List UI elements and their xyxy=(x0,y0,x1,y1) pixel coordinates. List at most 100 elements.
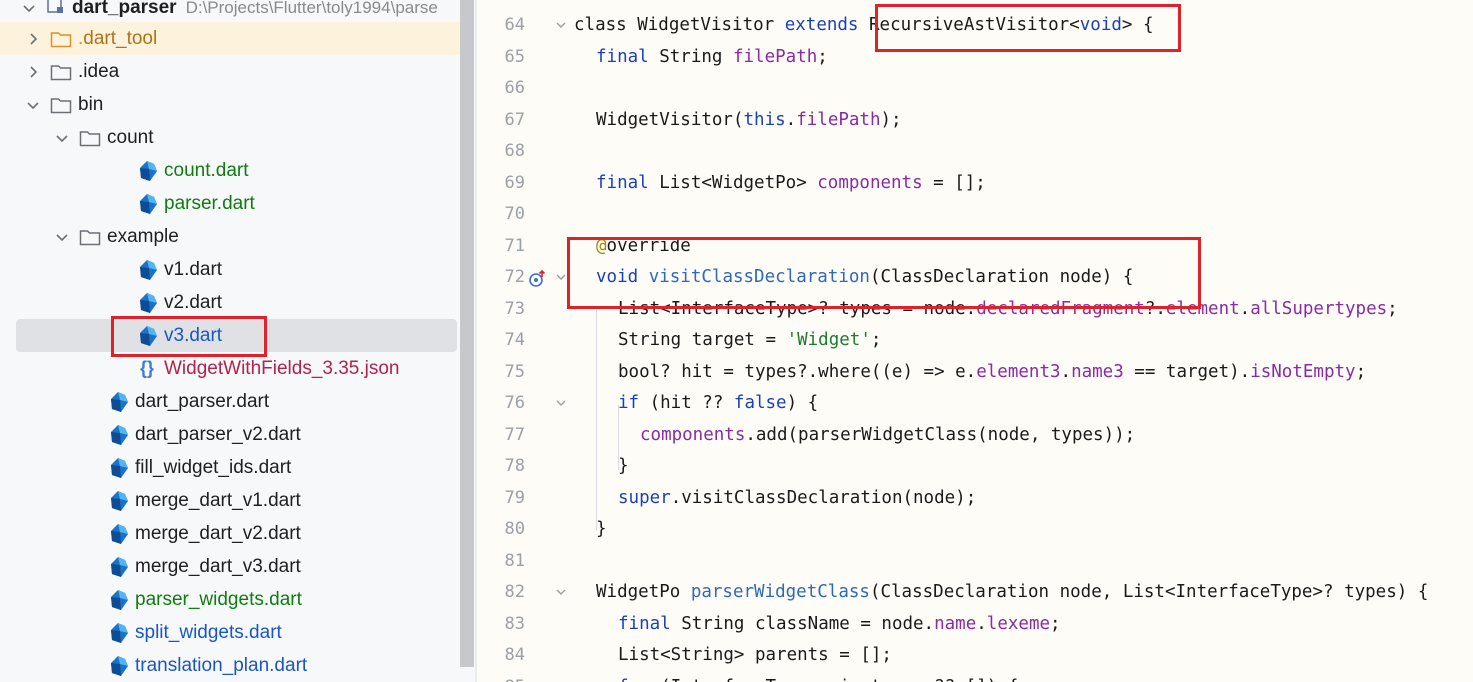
code-token: (InterfaceType p in types ?? []) { xyxy=(650,677,1018,682)
code-token: parserWidgetClass xyxy=(690,582,870,602)
code-token: } xyxy=(596,519,607,539)
dart-file-icon xyxy=(107,523,135,545)
code-token: class WidgetVisitor xyxy=(574,15,785,35)
code-line[interactable]: 84 List<String> parents = []; xyxy=(477,640,1473,671)
code-token: String className = node. xyxy=(670,613,935,634)
tree-item-v2-dart[interactable]: v2.dart xyxy=(0,286,460,319)
line-number: 81 xyxy=(504,550,525,571)
code-text: final String className = node.name.lexem… xyxy=(618,609,1061,640)
code-line[interactable]: 81 xyxy=(477,546,1473,577)
chevron-down-icon[interactable] xyxy=(55,131,69,145)
tree-item-label: parser.dart xyxy=(164,192,255,214)
tree-item-label: .idea xyxy=(78,60,120,82)
code-token: String target = xyxy=(618,330,787,350)
tree-item-count[interactable]: count xyxy=(0,121,460,154)
code-token: ; xyxy=(1050,613,1061,634)
tree-item-parser-dart[interactable]: parser.dart xyxy=(0,187,460,220)
tree-item-count-dart[interactable]: count.dart xyxy=(0,154,460,187)
tree-item-label: merge_dart_v1.dart xyxy=(135,489,301,511)
tree-item-idea[interactable]: .idea xyxy=(0,55,460,88)
tree-item-merge-dart-v3-dart[interactable]: merge_dart_v3.dart xyxy=(0,550,460,583)
line-number: 67 xyxy=(504,109,525,130)
tree-item-dart-tool[interactable]: . dart_tool xyxy=(0,22,460,55)
json-file-icon: {} xyxy=(139,358,154,378)
code-text: String target = 'Widget'; xyxy=(618,325,881,356)
code-line[interactable]: 70 xyxy=(477,199,1473,230)
code-token: ; xyxy=(1387,298,1398,319)
dart-file-icon xyxy=(107,556,135,578)
code-line[interactable]: 83 final String className = node.name.lex… xyxy=(477,609,1473,640)
code-line[interactable]: 85 for (InterfaceType p in types ?? []) { xyxy=(477,672,1473,682)
tree-item-parser-widgets-dart[interactable]: parser_widgets.dart xyxy=(0,583,460,616)
fold-chevron-icon[interactable] xyxy=(555,577,567,608)
highlight-box-v3-dart xyxy=(111,316,267,357)
dart-file-icon xyxy=(107,655,135,677)
line-number: 65 xyxy=(504,46,525,67)
tree-item-merge-dart-v2-dart[interactable]: merge_dart_v2.dart xyxy=(0,517,460,550)
code-token: name xyxy=(934,613,977,634)
indent-guide xyxy=(596,310,597,530)
tree-item-label: parser_widgets.dart xyxy=(135,588,302,610)
tree-item-label: v1.dart xyxy=(164,258,223,280)
line-number: 73 xyxy=(504,298,525,319)
fold-chevron-icon[interactable] xyxy=(555,10,567,41)
line-number: 79 xyxy=(504,487,525,508)
tree-item-fill-widget-ids-dart[interactable]: fill_widget_ids.dart xyxy=(0,451,460,484)
indent-guide xyxy=(618,405,619,470)
chevron-right-icon[interactable] xyxy=(26,65,40,79)
code-token: name3 xyxy=(1071,361,1124,382)
chevron-down-icon[interactable] xyxy=(55,230,69,244)
tree-item-dart-parser-dart[interactable]: dart_parser.dart xyxy=(0,385,460,418)
fold-chevron-icon[interactable] xyxy=(555,262,567,293)
chevron-down-icon[interactable] xyxy=(22,1,36,15)
code-line[interactable]: 74 String target = 'Widget'; xyxy=(477,325,1473,356)
line-number: 70 xyxy=(504,204,525,224)
code-editor[interactable]: 64 class WidgetVisitor extends RecursiveA… xyxy=(477,0,1473,682)
code-text: components.add(parserWidgetClass(node, t… xyxy=(640,420,1135,451)
dart-file-icon xyxy=(136,193,164,215)
tree-item-example[interactable]: example xyxy=(0,220,460,253)
tree-item-bin[interactable]: bin xyxy=(0,88,460,121)
code-line[interactable]: 80} xyxy=(477,514,1473,545)
code-line[interactable]: 82 WidgetPo parserWidgetClass(ClassDeclar… xyxy=(477,577,1473,608)
tree-item-translation-plan-dart[interactable]: translation_plan.dart xyxy=(0,649,460,682)
line-number: 80 xyxy=(504,519,525,539)
tree-item-label: dart_tool xyxy=(83,27,158,49)
tree-item-split-widgets-dart[interactable]: split_widgets.dart xyxy=(0,616,460,649)
override-gutter-icon[interactable] xyxy=(527,262,547,293)
code-line[interactable]: 69 final List<WidgetPo> components = []; xyxy=(477,168,1473,199)
code-token: filePath xyxy=(732,46,818,67)
code-line[interactable]: 67 WidgetVisitor(this.filePath); xyxy=(477,105,1473,136)
code-line[interactable]: 76 if (hit ?? false) { xyxy=(477,388,1473,419)
code-line[interactable]: 75 bool? hit = types?.where((e) => e.elem… xyxy=(477,357,1473,388)
code-line[interactable]: 78} xyxy=(477,451,1473,482)
tree-item-label: merge_dart_v3.dart xyxy=(135,555,301,577)
chevron-right-icon[interactable] xyxy=(26,32,40,46)
tree-item-label: merge_dart_v2.dart xyxy=(135,522,301,544)
code-line[interactable]: 68 xyxy=(477,136,1473,167)
code-token: (hit ?? xyxy=(639,393,734,413)
line-number: 74 xyxy=(504,330,525,350)
tree-item-v1-dart[interactable]: v1.dart xyxy=(0,253,460,286)
fold-chevron-icon[interactable] xyxy=(555,388,567,419)
tree-item-label: example xyxy=(107,225,179,247)
code-line[interactable]: 79 super.visitClassDeclaration(node); xyxy=(477,483,1473,514)
chevron-down-icon[interactable] xyxy=(26,98,40,112)
code-token: . xyxy=(1239,298,1251,319)
code-token: filePath xyxy=(796,109,881,130)
code-line[interactable]: 66 xyxy=(477,73,1473,104)
code-line[interactable]: 77 components.add(parserWidgetClass(node,… xyxy=(477,420,1473,451)
tree-item-label: count xyxy=(107,126,154,148)
code-token: if xyxy=(618,393,640,413)
tree-item-merge-dart-v1-dart[interactable]: merge_dart_v1.dart xyxy=(0,484,460,517)
tree-scrollbar[interactable] xyxy=(460,0,474,667)
tree-root-row[interactable]: dart_parser D:\Projects\Flutter\toly1994\… xyxy=(0,0,460,24)
folder-icon xyxy=(50,63,78,81)
line-number: 84 xyxy=(504,645,525,665)
line-number: 72 xyxy=(504,267,525,287)
dart-file-icon xyxy=(107,622,135,644)
code-token: String xyxy=(648,46,733,67)
code-token: bool? hit = types?.where((e) => e. xyxy=(618,361,977,382)
tree-item-dart-parser-v2-dart[interactable]: dart_parser_v2.dart xyxy=(0,418,460,451)
line-number: 64 xyxy=(504,15,525,35)
